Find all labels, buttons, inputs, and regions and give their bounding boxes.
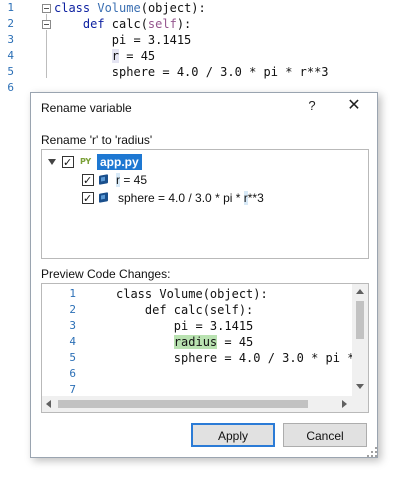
occurrence-checkbox[interactable] (82, 190, 94, 208)
tree-row-file[interactable]: PY app.py (42, 153, 362, 172)
scroll-thumb[interactable] (356, 301, 364, 339)
preview-line: 6 (42, 366, 352, 382)
code-text: pi = 3.1415 (54, 33, 192, 47)
editor-line: 3 pi = 3.1415 (0, 32, 419, 48)
line-number: 2 (7, 17, 14, 30)
variable-icon (99, 174, 108, 185)
vertical-scrollbar[interactable] (352, 284, 368, 396)
collapse-arrow-icon[interactable] (48, 159, 56, 165)
editor-line: 5 sphere = 4.0 / 3.0 * pi * r**3 (0, 64, 419, 80)
resize-grip-icon[interactable] (367, 447, 377, 457)
code-editor[interactable]: 1 class Volume(object): 2 def calc(self)… (0, 0, 419, 100)
code-text: class Volume(object): (116, 287, 268, 301)
line-number: 5 (7, 65, 14, 78)
line-number: 4 (7, 49, 14, 62)
code-text: class Volume(object): (54, 1, 206, 15)
occurrences-tree[interactable]: PY app.py r = 45 sphere = 4.0 / 3.0 * pi… (41, 149, 369, 259)
file-name[interactable]: app.py (97, 154, 142, 170)
scroll-up-arrow-icon[interactable] (356, 289, 364, 294)
line-number: 2 (69, 303, 76, 316)
horizontal-scrollbar[interactable] (42, 396, 352, 412)
renamed-symbol-highlight: radius (173, 335, 218, 349)
preview-line: 5 sphere = 4.0 / 3.0 * pi * (42, 350, 355, 366)
variable-icon (99, 192, 108, 203)
line-number: 1 (69, 287, 76, 300)
python-file-icon: PY (80, 157, 91, 166)
line-number: 3 (7, 33, 14, 46)
dialog-title: Rename variable (41, 101, 132, 115)
line-number: 3 (69, 319, 76, 332)
preview-line: 3 pi = 3.1415 (42, 318, 352, 334)
occurrence-text: sphere = 4.0 / 3.0 * pi * r**3 (118, 191, 264, 205)
line-number: 1 (7, 1, 14, 14)
scroll-down-arrow-icon[interactable] (356, 384, 364, 389)
tree-row-occurrence[interactable]: sphere = 4.0 / 3.0 * pi * r**3 (42, 189, 362, 208)
code-text: sphere = 4.0 / 3.0 * pi * (116, 351, 355, 365)
preview-code-view[interactable]: 1 class Volume(object): 2 def calc(self)… (41, 283, 369, 413)
code-text: radius = 45 (173, 335, 254, 349)
close-button[interactable]: ✕ (341, 95, 367, 117)
occurrence-checkbox[interactable] (82, 172, 94, 190)
code-text: pi = 3.1415 (116, 319, 254, 333)
line-number: 6 (69, 367, 76, 380)
editor-line: 2 def calc(self): (0, 16, 419, 32)
scroll-thumb[interactable] (58, 400, 308, 408)
file-checkbox[interactable] (62, 154, 74, 172)
line-number: 4 (69, 335, 76, 348)
editor-line: 4 r = 45 (0, 48, 419, 64)
scroll-left-arrow-icon[interactable] (46, 400, 51, 408)
line-number: 5 (69, 351, 76, 364)
rename-variable-dialog: Rename variable ? ✕ Rename 'r' to 'radiu… (30, 92, 378, 458)
cancel-button[interactable]: Cancel (283, 423, 367, 447)
preview-line: 2 def calc(self): (42, 302, 352, 318)
help-button[interactable]: ? (301, 95, 323, 117)
scroll-right-arrow-icon[interactable] (342, 400, 347, 408)
code-text: sphere = 4.0 / 3.0 * pi * r**3 (54, 65, 329, 79)
line-number: 6 (7, 81, 14, 94)
preview-line: 1 class Volume(object): (42, 286, 352, 302)
preview-line: 4 radius = 45 (42, 334, 352, 350)
preview-label: Preview Code Changes: (41, 267, 171, 281)
scrollbar-corner (352, 396, 368, 412)
rename-description-label: Rename 'r' to 'radius' (41, 133, 153, 147)
editor-line: 1 class Volume(object): (0, 0, 419, 16)
code-text: r = 45 (111, 49, 156, 63)
occurrence-text: r = 45 (116, 173, 148, 187)
renamed-symbol-highlight: r (111, 49, 120, 63)
apply-button[interactable]: Apply (191, 423, 275, 447)
code-text: def calc(self): (54, 17, 192, 31)
tree-row-occurrence[interactable]: r = 45 (42, 171, 362, 190)
code-text: def calc(self): (116, 303, 254, 317)
